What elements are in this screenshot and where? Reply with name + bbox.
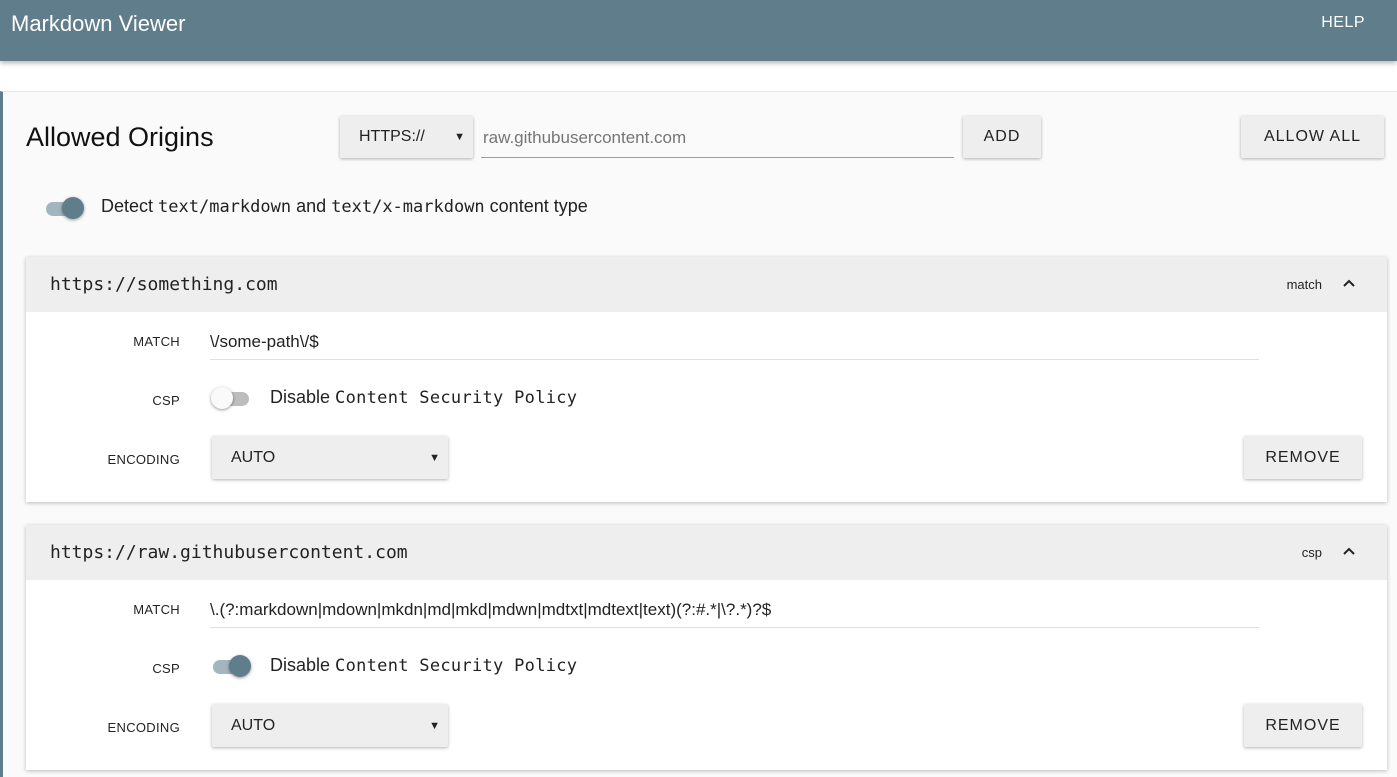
csp-toggle[interactable] [211, 387, 251, 409]
encoding-value: AUTO [231, 716, 276, 734]
scheme-select-value: HTTPS:// [359, 128, 425, 145]
detect-content-type-toggle[interactable] [44, 197, 84, 219]
scheme-select[interactable]: HTTPS:// ▼ [340, 116, 473, 158]
csp-description: Disable Content Security Policy [270, 387, 577, 408]
csp-label: CSP [152, 661, 180, 676]
main-content: Allowed Origins HTTPS:// ▼ ADD ALLOW ALL… [0, 91, 1397, 777]
dropdown-arrow-icon: ▼ [454, 131, 465, 143]
detect-middle: and [291, 196, 332, 216]
app-title: Markdown Viewer [11, 11, 186, 36]
csp-prefix: Disable [270, 387, 336, 407]
origin-card: https://raw.githubusercontent.com csp MA… [26, 525, 1387, 770]
origin-card-header[interactable]: https://something.com match [26, 257, 1387, 312]
help-button[interactable]: HELP [1321, 14, 1365, 32]
csp-policy-text: Content Security Policy [335, 388, 578, 408]
encoding-value: AUTO [231, 448, 276, 466]
encoding-select[interactable]: AUTO ▼ [212, 436, 448, 479]
csp-policy-text: Content Security Policy [335, 656, 578, 676]
origin-tag: match [1286, 277, 1322, 292]
dropdown-arrow-icon: ▼ [429, 451, 440, 464]
origin-card-header[interactable]: https://raw.githubusercontent.com csp [26, 525, 1387, 580]
csp-prefix: Disable [270, 655, 336, 675]
detect-content-type-label: Detect text/markdown and text/x-markdown… [101, 196, 588, 217]
remove-button[interactable]: REMOVE [1244, 704, 1362, 747]
origin-tag: csp [1301, 545, 1322, 560]
match-value: \.(?:markdown|mdown|mkdn|md|mkd|mdwn|mdt… [210, 600, 772, 619]
remove-button[interactable]: REMOVE [1244, 436, 1362, 479]
origin-name: https://something.com [50, 274, 278, 295]
page-title: Allowed Origins [26, 122, 214, 152]
csp-description: Disable Content Security Policy [270, 655, 577, 676]
chevron-up-icon[interactable] [1341, 275, 1357, 291]
encoding-select[interactable]: AUTO ▼ [212, 704, 448, 747]
chevron-up-icon[interactable] [1341, 543, 1357, 559]
detect-prefix: Detect [101, 196, 159, 216]
encoding-label: ENCODING [107, 720, 180, 735]
csp-toggle[interactable] [211, 655, 251, 677]
match-value: \/some-path\/$ [210, 332, 319, 351]
csp-label: CSP [152, 393, 180, 408]
detect-type-x-markdown: text/x-markdown [331, 197, 485, 217]
toggle-thumb [62, 197, 84, 219]
origin-name: https://raw.githubusercontent.com [50, 542, 408, 563]
toggle-thumb [211, 387, 233, 409]
match-label: MATCH [133, 334, 180, 349]
detect-suffix: content type [484, 196, 588, 216]
toggle-thumb [229, 655, 251, 677]
origin-input[interactable] [481, 118, 954, 158]
origin-card: https://something.com match MATCH \/some… [26, 257, 1387, 502]
dropdown-arrow-icon: ▼ [429, 719, 440, 732]
app-bar: Markdown Viewer HELP [0, 0, 1397, 61]
encoding-label: ENCODING [107, 452, 180, 467]
allow-all-button[interactable]: ALLOW ALL [1241, 116, 1384, 158]
add-button[interactable]: ADD [963, 116, 1041, 158]
match-input[interactable]: \.(?:markdown|mdown|mkdn|md|mkd|mdwn|mdt… [210, 594, 1259, 628]
detect-type-markdown: text/markdown [158, 197, 292, 217]
match-label: MATCH [133, 602, 180, 617]
match-input[interactable]: \/some-path\/$ [210, 326, 1259, 360]
